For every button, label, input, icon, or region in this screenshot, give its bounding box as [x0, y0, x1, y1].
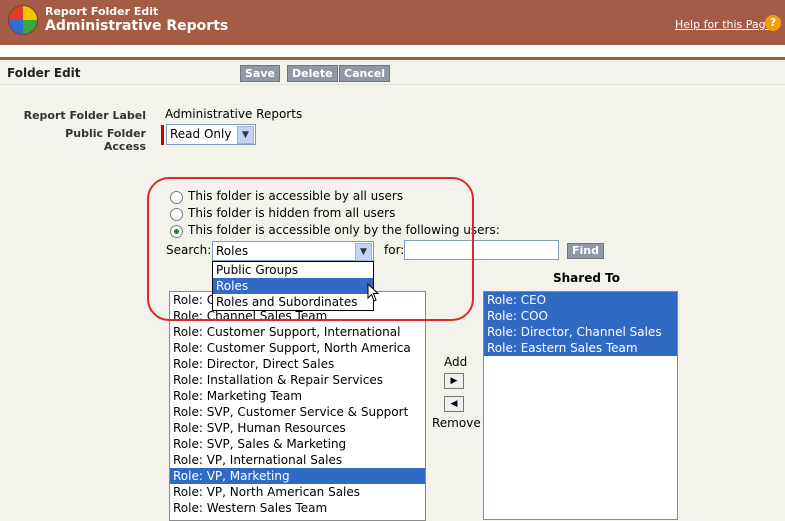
- available-list-item[interactable]: Role: VP, North American Sales: [170, 484, 425, 500]
- page-title: Administrative Reports: [45, 18, 229, 34]
- section-bar: Folder Edit Save Delete Cancel: [0, 60, 785, 85]
- page-header: Report Folder Edit Administrative Report…: [0, 0, 785, 45]
- available-list-item[interactable]: Role: Installation & Repair Services: [170, 372, 425, 388]
- reports-pie-chart-icon: [8, 5, 38, 35]
- available-members-list[interactable]: Role: CEO Role: Channel Sales Team Role: C…: [169, 291, 426, 521]
- delete-button[interactable]: Delete: [287, 65, 338, 82]
- shared-list-item[interactable]: Role: COO: [484, 308, 677, 324]
- mouse-cursor-icon: [367, 283, 380, 302]
- find-button[interactable]: Find: [567, 243, 604, 259]
- add-arrow-button[interactable]: ▶: [444, 373, 464, 389]
- add-label: Add: [444, 355, 468, 369]
- required-indicator: [161, 125, 164, 145]
- shared-list-item[interactable]: Role: CEO: [484, 292, 677, 308]
- chevron-down-icon[interactable]: ▼: [237, 126, 254, 144]
- available-list-item[interactable]: Role: Marketing Team: [170, 388, 425, 404]
- available-list-item[interactable]: Role: Director, Direct Sales: [170, 356, 425, 372]
- available-list-item[interactable]: Role: SVP, Sales & Marketing: [170, 436, 425, 452]
- remove-label: Remove: [432, 416, 481, 430]
- available-list-item[interactable]: Role: Customer Support, North America: [170, 340, 425, 356]
- folder-label-value: Administrative Reports: [165, 107, 303, 121]
- save-button[interactable]: Save: [240, 65, 280, 82]
- section-title: Folder Edit: [7, 66, 81, 80]
- shared-list-item[interactable]: Role: Eastern Sales Team: [484, 340, 677, 356]
- public-access-caption: Public Folder Access: [65, 127, 146, 153]
- folder-label-caption: Report Folder Label: [23, 109, 146, 122]
- available-list-item[interactable]: Role: VP, International Sales: [170, 452, 425, 468]
- page-subtitle: Report Folder Edit: [45, 5, 159, 18]
- available-list-item[interactable]: Role: Western Sales Team: [170, 500, 425, 516]
- public-access-select[interactable]: Read Only ▼: [166, 124, 256, 145]
- shared-to-title: Shared To: [553, 271, 620, 285]
- available-list-item[interactable]: Role: Customer Support, International: [170, 324, 425, 340]
- remove-arrow-button[interactable]: ◀: [444, 396, 464, 412]
- available-list-item[interactable]: Role: SVP, Customer Service & Support: [170, 404, 425, 420]
- help-link[interactable]: Help for this Page: [675, 18, 772, 31]
- shared-members-list[interactable]: Role: CEO Role: COO Role: Director, Channe…: [483, 291, 678, 520]
- cancel-button[interactable]: Cancel: [339, 65, 391, 82]
- available-list-item[interactable]: Role: SVP, Human Resources: [170, 420, 425, 436]
- highlight-annotation: [147, 177, 474, 321]
- help-icon[interactable]: ?: [765, 15, 781, 31]
- shared-list-item[interactable]: Role: Director, Channel Sales: [484, 324, 677, 340]
- public-access-value: Read Only: [170, 127, 232, 141]
- available-list-item[interactable]: Role: VP, Marketing: [170, 468, 425, 484]
